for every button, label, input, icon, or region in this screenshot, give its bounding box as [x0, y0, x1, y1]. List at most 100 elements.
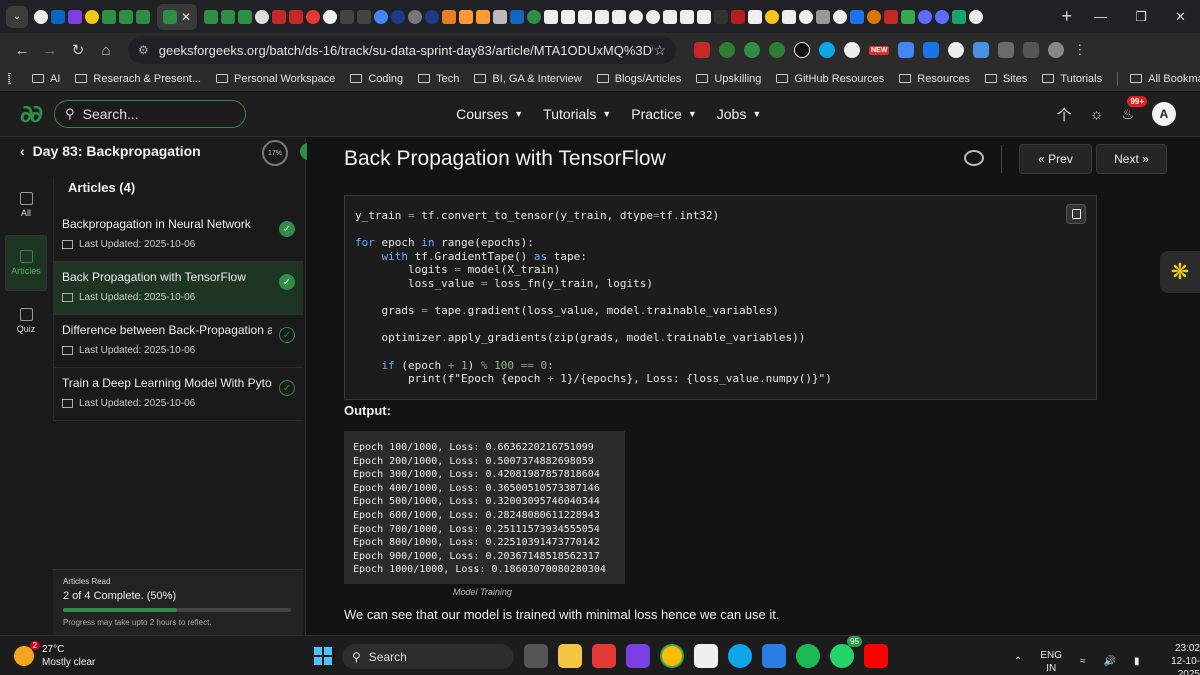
wifi-icon[interactable]: ≈: [1080, 656, 1086, 667]
home-icon[interactable]: ⌂: [92, 42, 120, 59]
theme-toggle-icon[interactable]: ☼: [1090, 106, 1104, 123]
app-icon[interactable]: [626, 644, 650, 668]
nav-courses[interactable]: Courses ▼: [456, 106, 523, 122]
notion-tab-icon[interactable]: [782, 9, 797, 24]
notion-tab-icon[interactable]: [680, 9, 695, 24]
volume-icon[interactable]: 🔊: [1104, 656, 1116, 667]
tab-search-dropdown[interactable]: ⌄: [6, 5, 28, 28]
avatar[interactable]: A: [1152, 102, 1176, 126]
github-tab-icon[interactable]: [799, 9, 814, 24]
gfg-tab-icon[interactable]: [136, 9, 150, 24]
copy-code-button[interactable]: [1066, 204, 1086, 224]
gfg-tab-icon[interactable]: [221, 9, 236, 24]
translate-icon[interactable]: [898, 42, 915, 58]
tab-icon[interactable]: [918, 9, 933, 24]
apps-icon[interactable]: [8, 73, 10, 84]
tab-icon[interactable]: [289, 9, 304, 24]
code-block[interactable]: y_train = tf.convert_to_tensor(y_train, …: [344, 195, 1097, 400]
filter-articles[interactable]: Articles: [5, 235, 47, 291]
bookmark-folder[interactable]: Tutorials: [1042, 73, 1102, 85]
gfg-tab-icon[interactable]: [102, 9, 116, 24]
app-icon[interactable]: [592, 644, 616, 668]
extension-icon[interactable]: [769, 42, 785, 58]
extension-icon[interactable]: [844, 42, 860, 58]
day-title[interactable]: ‹ Day 83: Backpropagation: [20, 143, 201, 159]
bookmark-folder[interactable]: Personal Workspace: [216, 73, 335, 85]
whatsapp-icon[interactable]: 95: [830, 636, 862, 668]
tab-icon[interactable]: [68, 9, 82, 24]
github-tab-icon[interactable]: [34, 9, 48, 24]
gfg-tab-icon[interactable]: [527, 9, 542, 24]
spotify-icon[interactable]: [796, 644, 820, 668]
bookmark-star-icon[interactable]: ☆: [653, 42, 666, 59]
github-tab-icon[interactable]: [833, 9, 848, 24]
reload-icon[interactable]: ↻: [64, 41, 92, 59]
taskbar-search[interactable]: ⚲ Search: [342, 644, 514, 669]
nav-practice[interactable]: Practice ▼: [631, 106, 697, 122]
weather-widget[interactable]: 2 27°C Mostly clear: [14, 640, 95, 669]
flag-tab-icon[interactable]: [476, 9, 491, 24]
tab-icon[interactable]: [425, 9, 440, 24]
tab-icon[interactable]: [255, 9, 270, 24]
next-button[interactable]: Next »: [1096, 144, 1167, 174]
tab-icon[interactable]: [340, 9, 355, 24]
chrome-icon[interactable]: [660, 644, 684, 668]
notion-tab-icon[interactable]: [578, 9, 593, 24]
filter-all[interactable]: All: [0, 177, 52, 233]
notion-tab-icon[interactable]: [595, 9, 610, 24]
gfg-tab-icon[interactable]: [204, 9, 219, 24]
notifications-bell-icon[interactable]: ♨ 99+: [1121, 95, 1148, 123]
battery-icon[interactable]: ▮: [1134, 656, 1140, 667]
tab-icon[interactable]: [391, 9, 406, 24]
extension-icon[interactable]: [973, 42, 990, 58]
tab-icon[interactable]: [714, 9, 729, 24]
filter-quiz[interactable]: Quiz: [0, 293, 52, 349]
grammarly-icon[interactable]: [744, 42, 760, 58]
youtube-icon[interactable]: [864, 644, 888, 668]
tab-icon[interactable]: [85, 9, 99, 24]
extension-icon[interactable]: [923, 42, 940, 58]
new-tab-button[interactable]: +: [1061, 6, 1072, 27]
notion-tab-icon[interactable]: [697, 9, 712, 24]
windows-start-icon[interactable]: [314, 647, 332, 665]
task-view-icon[interactable]: [524, 644, 548, 668]
github-tab-icon[interactable]: [323, 9, 338, 24]
address-bar[interactable]: ⚙ geeksforgeeks.org/batch/ds-16/track/su…: [128, 36, 676, 64]
gmail-tab-icon[interactable]: [272, 9, 287, 24]
profile-icon[interactable]: [1048, 42, 1065, 58]
linkedin-tab-icon[interactable]: [51, 9, 65, 24]
close-window-icon[interactable]: ✕: [1175, 9, 1186, 25]
tab-icon[interactable]: [952, 9, 967, 24]
tab-icon[interactable]: [561, 9, 576, 24]
forward-icon[interactable]: →: [36, 42, 64, 59]
bookmark-folder[interactable]: Reserach & Present...: [75, 73, 201, 85]
list-item[interactable]: Difference between Back-Propagation an..…: [54, 315, 303, 368]
translate-icon[interactable]: 个: [1057, 104, 1072, 125]
drive-tab-icon[interactable]: [901, 9, 916, 24]
vscode-icon[interactable]: [762, 644, 786, 668]
tab-icon[interactable]: [765, 9, 780, 24]
chevron-up-icon[interactable]: ⌃: [1014, 656, 1022, 667]
reading-list-icon[interactable]: [1023, 42, 1040, 58]
menu-dots-icon[interactable]: ⋮: [1073, 42, 1086, 58]
nav-jobs[interactable]: Jobs ▼: [717, 106, 762, 122]
store-icon[interactable]: [694, 644, 718, 668]
notion-tab-icon[interactable]: [612, 9, 627, 24]
site-search-input[interactable]: ⚲ Search...: [54, 100, 247, 128]
tab-icon[interactable]: [408, 9, 423, 24]
tab-icon[interactable]: [493, 9, 508, 24]
restore-icon[interactable]: ❐: [1135, 9, 1147, 25]
extension-icon[interactable]: [694, 42, 710, 58]
tab-icon[interactable]: [867, 9, 882, 24]
bookmark-folder[interactable]: Tech: [418, 73, 459, 85]
tab-icon[interactable]: [850, 9, 865, 24]
tab-icon[interactable]: [731, 9, 746, 24]
edge-icon[interactable]: [728, 644, 752, 668]
all-bookmarks-folder[interactable]: All Bookmarks: [1130, 73, 1200, 85]
url-text[interactable]: geeksforgeeks.org/batch/ds-16/track/su-d…: [159, 43, 654, 58]
gfg-tab-icon[interactable]: [119, 9, 133, 24]
bookmark-folder[interactable]: Sites: [984, 73, 1027, 85]
close-tab-icon[interactable]: ✕: [181, 10, 191, 24]
language-indicator[interactable]: ENG IN: [1040, 649, 1062, 675]
gfg-logo[interactable]: ∂∂: [20, 100, 43, 128]
